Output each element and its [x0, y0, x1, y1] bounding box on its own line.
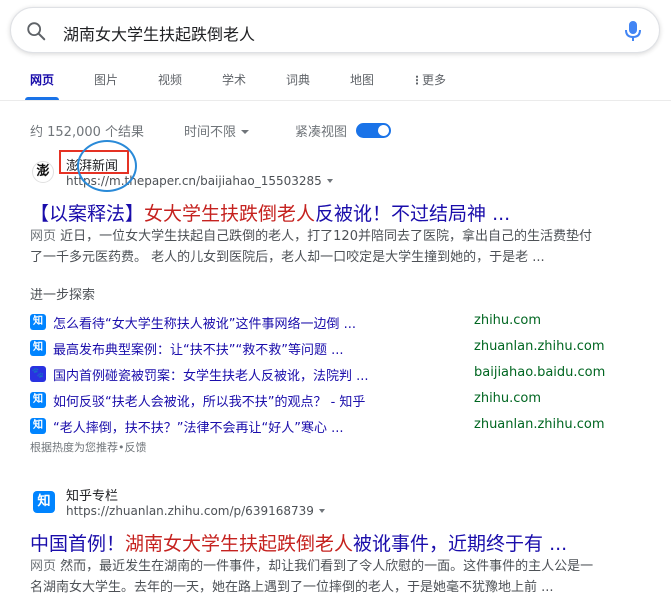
related-item-text[interactable]: 最高发布典型案例：让“扶不扶”“救不救”等问题 ...	[53, 339, 343, 358]
tab-academic[interactable]: 学术	[222, 71, 246, 88]
snippet-line: 名湖南女大学生。去年的一天，她在路上遇到了一位摔倒的老人，于是她毫不犹豫地上前 …	[30, 580, 554, 595]
related-item-text[interactable]: 国内首例碰瓷被罚案：女学生扶老人反被讹，法院判 ...	[53, 365, 369, 384]
result-title-link[interactable]: 【以案释法】女大学生扶跌倒老人反被讹！不过结局神 ...	[30, 199, 510, 226]
snippet-meta: 网页	[30, 559, 57, 574]
title-prefix: 中国首例！	[30, 533, 126, 555]
annotation-blue-circle	[77, 140, 137, 192]
result-url[interactable]: https://zhuanlan.zhihu.com/p/639168739	[66, 504, 325, 518]
compact-view-label: 紧凑视图	[295, 125, 348, 140]
time-filter-label: 时间不限	[184, 125, 237, 140]
result-url-text: https://zhuanlan.zhihu.com/p/639168739	[66, 504, 314, 518]
tab-maps[interactable]: 地图	[350, 71, 374, 88]
active-tab-indicator	[25, 97, 59, 100]
snippet-line: 近日，一位女大学生扶起自己跌倒的老人，打了120并陪同去了医院，拿出自己的生活费…	[60, 229, 592, 244]
result-snippet: 网页 近日，一位女大学生扶起自己跌倒的老人，打了120并陪同去了医院，拿出自己的…	[30, 226, 645, 268]
recommendation-feedback[interactable]: 根据热度为您推荐•反馈	[30, 439, 147, 455]
microphone-icon[interactable]	[623, 19, 643, 43]
tab-dictionary[interactable]: 词典	[286, 71, 310, 88]
zhihu-icon: 知	[30, 418, 46, 434]
result-title-link[interactable]: 中国首例！湖南女大学生扶起跌倒老人被讹事件，近期终于有 ...	[30, 529, 567, 556]
title-highlight: 湖南女大学生扶起跌倒老人	[125, 533, 354, 555]
result-count: 约 152,000 个结果	[30, 125, 145, 140]
chevron-down-icon	[241, 130, 250, 134]
tab-videos[interactable]: 视频	[158, 71, 182, 88]
more-dots-icon	[416, 75, 418, 85]
title-suffix: 被讹事件，近期终于有 ...	[353, 533, 568, 555]
title-suffix: 反被讹！不过结局神 ...	[315, 203, 511, 225]
tab-images[interactable]: 图片	[94, 71, 118, 88]
related-item[interactable]: 知 怎么看待“女大学生称扶人被讹”这件事网络一边倒 ... zhihu.com	[0, 312, 671, 334]
search-tabs: 网页 图片 视频 学术 词典 地图 更多	[0, 66, 671, 101]
tools-row: 约 152,000 个结果 时间不限 紧凑视图	[0, 121, 671, 141]
search-input[interactable]: 湖南女大学生扶起跌倒老人	[63, 21, 255, 45]
title-prefix: 【以案释法】	[30, 203, 145, 225]
snippet-line: 然而，最近发生在湖南的一件事件，却让我们看到了令人欣慰的一面。这件事件的主人公是…	[60, 559, 594, 574]
compact-view-toggle[interactable]	[356, 123, 391, 138]
search-icon[interactable]	[25, 20, 47, 42]
snippet-meta: 网页	[30, 229, 57, 244]
further-search-title: 进一步探索	[30, 288, 96, 303]
thepaper-favicon-icon: 澎	[32, 161, 54, 183]
chevron-down-icon[interactable]	[326, 179, 333, 183]
related-item-domain: zhuanlan.zhihu.com	[474, 339, 605, 354]
related-item-domain: zhihu.com	[474, 313, 542, 328]
related-item[interactable]: 🐾 国内首例碰瓷被罚案：女学生扶老人反被讹，法院判 ... baijiahao.…	[0, 364, 671, 386]
related-item-domain: baijiahao.baidu.com	[474, 365, 606, 380]
zhihu-icon: 知	[30, 392, 46, 408]
tab-more-label: 更多	[422, 73, 447, 87]
search-bar[interactable]: 湖南女大学生扶起跌倒老人	[10, 7, 660, 53]
time-filter-dropdown[interactable]: 时间不限	[184, 121, 250, 140]
toggle-knob	[378, 125, 389, 136]
zhihu-icon: 知	[30, 340, 46, 356]
zhihu-icon: 知	[30, 314, 46, 330]
result-site-name[interactable]: 知乎专栏	[66, 485, 118, 504]
related-item-text[interactable]: 如何反驳“扶老人会被讹，所以我不扶”的观点？ - 知乎	[53, 391, 365, 410]
tab-web[interactable]: 网页	[30, 71, 54, 88]
related-item-text[interactable]: 怎么看待“女大学生称扶人被讹”这件事网络一边倒 ...	[53, 313, 356, 332]
related-item-domain: zhuanlan.zhihu.com	[474, 417, 605, 432]
zhihu-favicon-icon: 知	[33, 491, 55, 513]
related-item[interactable]: 知 “老人摔倒，扶不扶？”法律不会再让“好人”寒心 ... zhuanlan.z…	[0, 416, 671, 438]
related-item[interactable]: 知 最高发布典型案例：让“扶不扶”“救不救”等问题 ... zhuanlan.z…	[0, 338, 671, 360]
related-item[interactable]: 知 如何反驳“扶老人会被讹，所以我不扶”的观点？ - 知乎 zhihu.com	[0, 390, 671, 412]
related-item-domain: zhihu.com	[474, 391, 542, 406]
chevron-down-icon[interactable]	[318, 509, 325, 513]
title-highlight: 女大学生扶跌倒老人	[144, 203, 316, 225]
result-snippet: 网页 然而，最近发生在湖南的一件事件，却让我们看到了令人欣慰的一面。这件事件的主…	[30, 556, 645, 598]
baidu-paw-icon: 🐾	[30, 366, 46, 382]
related-item-text[interactable]: “老人摔倒，扶不扶？”法律不会再让“好人”寒心 ...	[53, 417, 343, 436]
tab-more[interactable]: 更多	[416, 71, 446, 88]
snippet-line: 了一千多元医药费。 老人的儿女到医院后，老人却一口咬定是大学生撞到她的，于是老 …	[30, 250, 545, 265]
